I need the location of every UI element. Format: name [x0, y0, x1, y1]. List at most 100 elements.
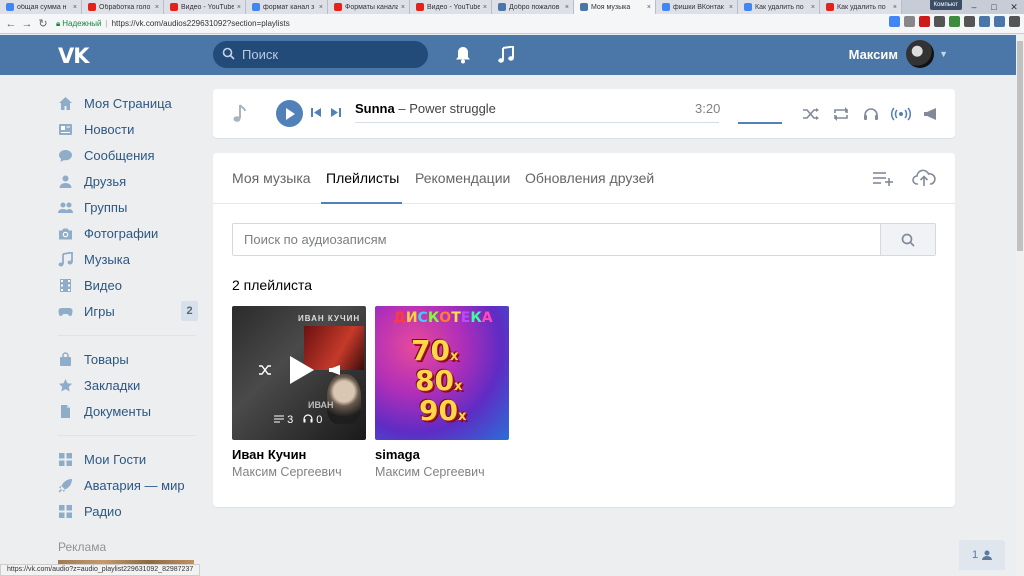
volume-slider[interactable]: [738, 122, 782, 124]
music-tab[interactable]: Рекомендации: [415, 170, 510, 186]
page-scrollbar[interactable]: [1016, 35, 1024, 576]
megaphone-icon[interactable]: [921, 105, 941, 123]
sidebar-item[interactable]: Радио: [58, 498, 200, 524]
sidebar-item[interactable]: Аватария — мир: [58, 472, 200, 498]
playlist-card[interactable]: ДИСКОТЕКА 70х 80х 90х simaga Максим Серг…: [375, 306, 509, 479]
shuffle-icon[interactable]: [258, 364, 272, 379]
sidebar-item[interactable]: Фотографии: [58, 220, 200, 246]
playlist-name[interactable]: Иван Кучин: [232, 447, 366, 462]
sidebar-item[interactable]: Моя Страница: [58, 90, 200, 116]
music-tab[interactable]: Моя музыка: [232, 170, 311, 186]
sidebar-item[interactable]: Мои Гости: [58, 446, 200, 472]
audio-search-input[interactable]: [233, 224, 880, 255]
browser-tab[interactable]: Форматы канала ×: [328, 0, 410, 14]
browser-tab[interactable]: Как удалить по ×: [738, 0, 820, 14]
maximize-button[interactable]: □: [984, 0, 1004, 14]
sidebar-item[interactable]: Новости: [58, 116, 200, 142]
current-track[interactable]: Sunna – Power struggle: [355, 101, 496, 116]
shield-icon[interactable]: [934, 16, 945, 27]
browser-tab[interactable]: Добро пожалов ×: [492, 0, 574, 14]
forward-button[interactable]: →: [20, 16, 34, 32]
badge-icon[interactable]: [949, 16, 960, 27]
close-tab-icon[interactable]: ×: [811, 4, 815, 11]
mail-icon[interactable]: [904, 16, 915, 27]
camera-icon: [58, 226, 73, 241]
music-note-icon[interactable]: [495, 44, 517, 66]
close-tab-icon[interactable]: ×: [73, 4, 77, 11]
menu-icon[interactable]: [1009, 16, 1020, 27]
add-playlist-icon[interactable]: [871, 168, 895, 188]
sidebar-item[interactable]: Группы: [58, 194, 200, 220]
bell-icon[interactable]: [452, 44, 474, 66]
address-bar[interactable]: 🔒︎ Надежный | https://vk.com/audios22963…: [56, 17, 816, 31]
close-tab-icon[interactable]: ×: [237, 4, 241, 11]
upload-cloud-icon[interactable]: [912, 168, 936, 188]
sidebar-item[interactable]: Игры 2: [58, 298, 200, 324]
sidebar-item[interactable]: Музыка: [58, 246, 200, 272]
sidebar-item[interactable]: Документы: [58, 398, 200, 424]
reload-button[interactable]: ↻: [36, 16, 50, 32]
shuffle-icon[interactable]: [801, 105, 821, 123]
sidebar-item[interactable]: Видео: [58, 272, 200, 298]
play-button[interactable]: [276, 100, 303, 127]
close-tab-icon[interactable]: ×: [729, 4, 733, 11]
broadcast-icon[interactable]: [328, 364, 342, 379]
play-icon[interactable]: [287, 354, 315, 389]
bookmark-icon[interactable]: [994, 16, 1005, 27]
close-window-button[interactable]: ✕: [1004, 0, 1024, 14]
broadcast-icon[interactable]: [891, 105, 911, 123]
previous-track-button[interactable]: [311, 107, 322, 121]
sidebar-item[interactable]: Друзья: [58, 168, 200, 194]
browser-tab[interactable]: Моя музыка ×: [574, 0, 656, 14]
friends-online-button[interactable]: 1: [959, 540, 1005, 570]
playlist-cover[interactable]: ИВАН КУЧИН ИВАН 3 0: [232, 306, 366, 440]
back-button[interactable]: ←: [4, 16, 18, 32]
close-tab-icon[interactable]: ×: [483, 4, 487, 11]
browser-tab[interactable]: Как удалить по ×: [820, 0, 902, 14]
playlist-owner[interactable]: Максим Сергеевич: [232, 465, 366, 479]
chevron-down-icon[interactable]: ▼: [939, 49, 948, 59]
browser-tab[interactable]: общая сумма н ×: [0, 0, 82, 14]
close-tab-icon[interactable]: ×: [647, 4, 651, 11]
vk-logo[interactable]: VK: [58, 44, 90, 68]
music-tab[interactable]: Плейлисты: [326, 170, 399, 186]
repeat-icon[interactable]: [831, 105, 851, 123]
fx-icon[interactable]: [964, 16, 975, 27]
track-progress-bar[interactable]: [355, 122, 719, 123]
music-tab[interactable]: Обновления друзей: [525, 170, 654, 186]
close-tab-icon[interactable]: ×: [565, 4, 569, 11]
browser-tab[interactable]: формат канал з ×: [246, 0, 328, 14]
browser-profile-badge[interactable]: Компьют: [929, 0, 962, 10]
new-tab-button[interactable]: [902, 0, 924, 14]
header-search-input[interactable]: [242, 47, 402, 62]
close-tab-icon[interactable]: ×: [401, 4, 405, 11]
headphones-icon[interactable]: [861, 105, 881, 123]
browser-tab[interactable]: фишки ВКонтак ×: [656, 0, 738, 14]
track-count: 3: [274, 414, 293, 426]
close-tab-icon[interactable]: ×: [155, 4, 159, 11]
header-search[interactable]: [213, 41, 428, 68]
next-track-button[interactable]: [330, 107, 341, 121]
sidebar-item[interactable]: Закладки: [58, 372, 200, 398]
translate-icon[interactable]: [889, 16, 900, 27]
browser-tab[interactable]: Видео - YouTube ×: [164, 0, 246, 14]
playlist-cover[interactable]: ДИСКОТЕКА 70х 80х 90х: [375, 306, 509, 440]
minimize-button[interactable]: –: [964, 0, 984, 14]
iq-icon[interactable]: [979, 16, 990, 27]
sidebar-item-label: Фотографии: [84, 225, 159, 241]
audio-search-button[interactable]: [880, 224, 935, 255]
sidebar-item[interactable]: Сообщения: [58, 142, 200, 168]
track-artist[interactable]: Sunna: [355, 101, 395, 116]
close-tab-icon[interactable]: ×: [319, 4, 323, 11]
playlist-card[interactable]: ИВАН КУЧИН ИВАН 3 0 Иван Кучин Максим Се…: [232, 306, 366, 479]
playlist-owner[interactable]: Максим Сергеевич: [375, 465, 509, 479]
browser-tab[interactable]: Обработка голо ×: [82, 0, 164, 14]
sidebar-item[interactable]: Товары: [58, 346, 200, 372]
close-tab-icon[interactable]: ×: [893, 4, 897, 11]
playlist-name[interactable]: simaga: [375, 447, 509, 462]
browser-tab[interactable]: Видео - YouTube ×: [410, 0, 492, 14]
header-user-name[interactable]: Максим: [849, 47, 898, 62]
avatar[interactable]: [906, 40, 934, 68]
opera-icon[interactable]: [919, 16, 930, 27]
scrollbar-thumb[interactable]: [1017, 41, 1023, 251]
